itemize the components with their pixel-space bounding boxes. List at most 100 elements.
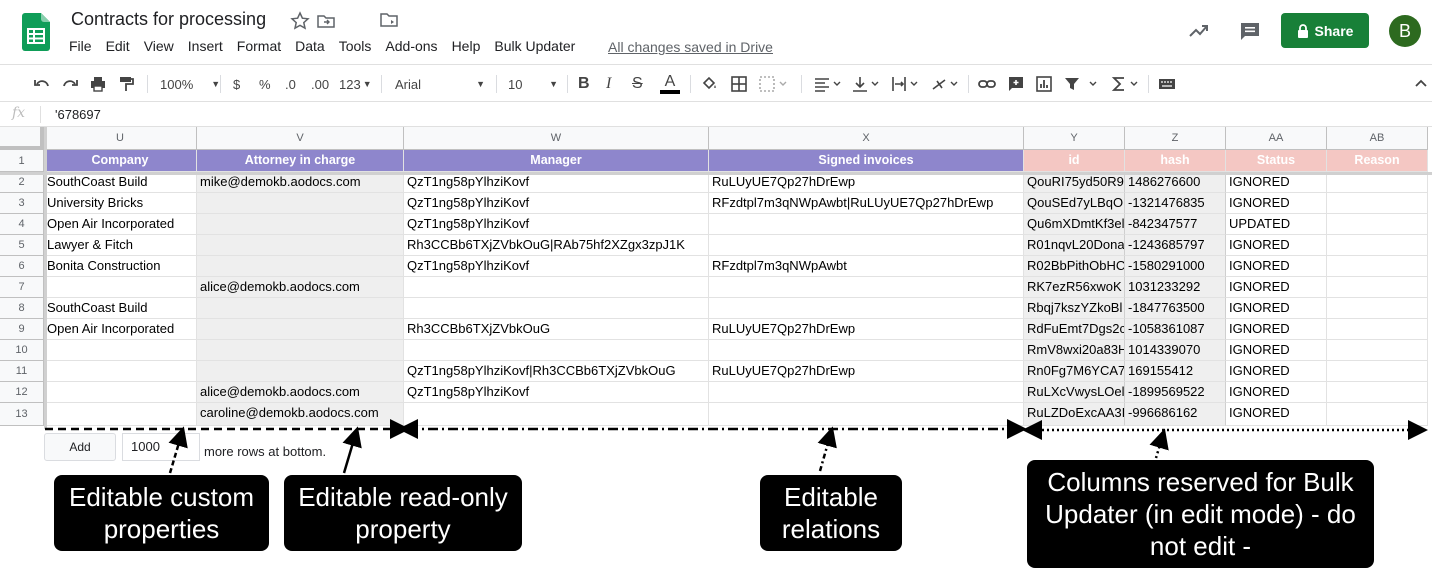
table-cell[interactable] bbox=[1327, 403, 1428, 426]
table-cell[interactable]: RFzdtpl7m3qNWpAwbt bbox=[709, 256, 1024, 277]
row-header-2[interactable]: 2 bbox=[0, 172, 44, 193]
header-cell[interactable]: hash bbox=[1125, 150, 1226, 172]
table-cell[interactable] bbox=[1327, 193, 1428, 214]
row-header-6[interactable]: 6 bbox=[0, 256, 44, 277]
table-cell[interactable] bbox=[197, 298, 404, 319]
row-header-12[interactable]: 12 bbox=[0, 382, 44, 403]
table-cell[interactable]: QouSEd7yLBqO bbox=[1024, 193, 1125, 214]
borders-icon[interactable] bbox=[730, 74, 748, 94]
bold-icon[interactable]: B bbox=[578, 74, 590, 94]
table-cell[interactable]: IGNORED bbox=[1226, 382, 1327, 403]
table-cell[interactable] bbox=[404, 277, 709, 298]
add-rows-button[interactable]: Add bbox=[44, 433, 116, 461]
vertical-align-icon[interactable] bbox=[851, 74, 881, 94]
paint-format-icon[interactable] bbox=[117, 74, 135, 94]
percent-format-button[interactable]: % bbox=[259, 74, 271, 94]
table-cell[interactable]: QzT1ng58pYlhziKovf bbox=[404, 214, 709, 235]
table-cell[interactable] bbox=[1327, 382, 1428, 403]
table-cell[interactable]: RuLUyUE7Qp27hDrEwp bbox=[709, 319, 1024, 340]
table-cell[interactable]: QzT1ng58pYlhziKovf bbox=[404, 256, 709, 277]
functions-icon[interactable] bbox=[1110, 74, 1140, 94]
column-header-x[interactable]: X bbox=[709, 127, 1024, 150]
print-icon[interactable] bbox=[89, 74, 107, 94]
table-cell[interactable]: -1847763500 bbox=[1125, 298, 1226, 319]
table-cell[interactable] bbox=[1327, 277, 1428, 298]
row-header-7[interactable]: 7 bbox=[0, 277, 44, 298]
horizontal-align-icon[interactable] bbox=[813, 74, 843, 94]
menu-file[interactable]: File bbox=[69, 38, 92, 58]
currency-format-button[interactable]: $ bbox=[233, 74, 240, 94]
insert-comment-icon[interactable] bbox=[1007, 74, 1025, 94]
strikethrough-icon[interactable]: S bbox=[632, 74, 643, 94]
decrease-decimal-button[interactable]: .0 bbox=[285, 74, 296, 94]
header-cell[interactable]: id bbox=[1024, 150, 1125, 172]
table-cell[interactable]: Rh3CCBb6TXjZVbkOuG|RAb75hf2XZgx3zpJ1K bbox=[404, 235, 709, 256]
table-cell[interactable] bbox=[44, 382, 197, 403]
fill-color-icon[interactable] bbox=[700, 74, 718, 94]
table-cell[interactable]: IGNORED bbox=[1226, 340, 1327, 361]
table-cell[interactable]: 1014339070 bbox=[1125, 340, 1226, 361]
table-cell[interactable] bbox=[404, 340, 709, 361]
increase-decimal-button[interactable]: .00 bbox=[311, 74, 329, 94]
table-cell[interactable] bbox=[1327, 256, 1428, 277]
table-cell[interactable]: IGNORED bbox=[1226, 256, 1327, 277]
table-cell[interactable]: R01nqvL20Dona bbox=[1024, 235, 1125, 256]
table-cell[interactable]: 1031233292 bbox=[1125, 277, 1226, 298]
table-cell[interactable]: RuLUyUE7Qp27hDrEwp bbox=[709, 361, 1024, 382]
table-cell[interactable]: -1580291000 bbox=[1125, 256, 1226, 277]
star-icon[interactable] bbox=[290, 11, 310, 31]
header-cell[interactable]: Attorney in charge bbox=[197, 150, 404, 172]
table-cell[interactable]: Rbqj7kszYZkoBl bbox=[1024, 298, 1125, 319]
table-cell[interactable] bbox=[1327, 361, 1428, 382]
table-cell[interactable]: mike@demokb.aodocs.com bbox=[197, 172, 404, 193]
menu-bulk-updater[interactable]: Bulk Updater bbox=[494, 38, 575, 58]
menu-data[interactable]: Data bbox=[295, 38, 325, 58]
table-cell[interactable] bbox=[197, 235, 404, 256]
table-cell[interactable] bbox=[709, 235, 1024, 256]
select-all-corner[interactable] bbox=[0, 127, 44, 150]
column-header-y[interactable]: Y bbox=[1024, 127, 1125, 150]
save-status-link[interactable]: All changes saved in Drive bbox=[608, 39, 773, 55]
filter-icon[interactable] bbox=[1063, 74, 1099, 94]
row-header-3[interactable]: 3 bbox=[0, 193, 44, 214]
table-cell[interactable] bbox=[709, 277, 1024, 298]
table-cell[interactable] bbox=[44, 340, 197, 361]
table-cell[interactable] bbox=[1327, 172, 1428, 193]
table-cell[interactable] bbox=[709, 403, 1024, 426]
header-cell[interactable]: Status bbox=[1226, 150, 1327, 172]
table-cell[interactable]: -1321476835 bbox=[1125, 193, 1226, 214]
table-cell[interactable]: -842347577 bbox=[1125, 214, 1226, 235]
menu-addons[interactable]: Add-ons bbox=[385, 38, 437, 58]
comment-icon[interactable] bbox=[1238, 19, 1262, 43]
insert-link-icon[interactable] bbox=[977, 74, 997, 94]
table-cell[interactable]: alice@demokb.aodocs.com bbox=[197, 277, 404, 298]
frozen-column-divider[interactable] bbox=[44, 127, 47, 429]
table-cell[interactable]: QzT1ng58pYlhziKovf bbox=[404, 172, 709, 193]
menu-format[interactable]: Format bbox=[237, 38, 281, 58]
collapse-menus-icon[interactable] bbox=[1414, 74, 1428, 94]
table-cell[interactable]: University Bricks bbox=[44, 193, 197, 214]
table-cell[interactable] bbox=[709, 214, 1024, 235]
table-cell[interactable]: R02BbPithObHC bbox=[1024, 256, 1125, 277]
table-cell[interactable]: Open Air Incorporated bbox=[44, 319, 197, 340]
table-cell[interactable] bbox=[44, 361, 197, 382]
table-cell[interactable]: RuLZDoExcAA3I bbox=[1024, 403, 1125, 426]
table-cell[interactable]: IGNORED bbox=[1226, 235, 1327, 256]
menu-tools[interactable]: Tools bbox=[339, 38, 372, 58]
menu-insert[interactable]: Insert bbox=[188, 38, 223, 58]
table-cell[interactable]: -996686162 bbox=[1125, 403, 1226, 426]
number-format-select[interactable]: 123 ▼ bbox=[339, 74, 372, 94]
table-cell[interactable] bbox=[197, 340, 404, 361]
table-cell[interactable] bbox=[709, 340, 1024, 361]
column-header-w[interactable]: W bbox=[404, 127, 709, 150]
folder-sync-icon[interactable] bbox=[379, 10, 399, 30]
header-cell[interactable]: Signed invoices bbox=[709, 150, 1024, 172]
table-cell[interactable]: -1899569522 bbox=[1125, 382, 1226, 403]
menu-help[interactable]: Help bbox=[452, 38, 481, 58]
zoom-select[interactable]: 100% ▼ bbox=[160, 74, 220, 94]
table-cell[interactable] bbox=[1327, 319, 1428, 340]
text-rotation-icon[interactable] bbox=[930, 74, 960, 94]
table-cell[interactable]: QzT1ng58pYlhziKovf bbox=[404, 382, 709, 403]
table-cell[interactable] bbox=[44, 403, 197, 426]
rows-count-input[interactable]: 1000 bbox=[122, 433, 200, 461]
